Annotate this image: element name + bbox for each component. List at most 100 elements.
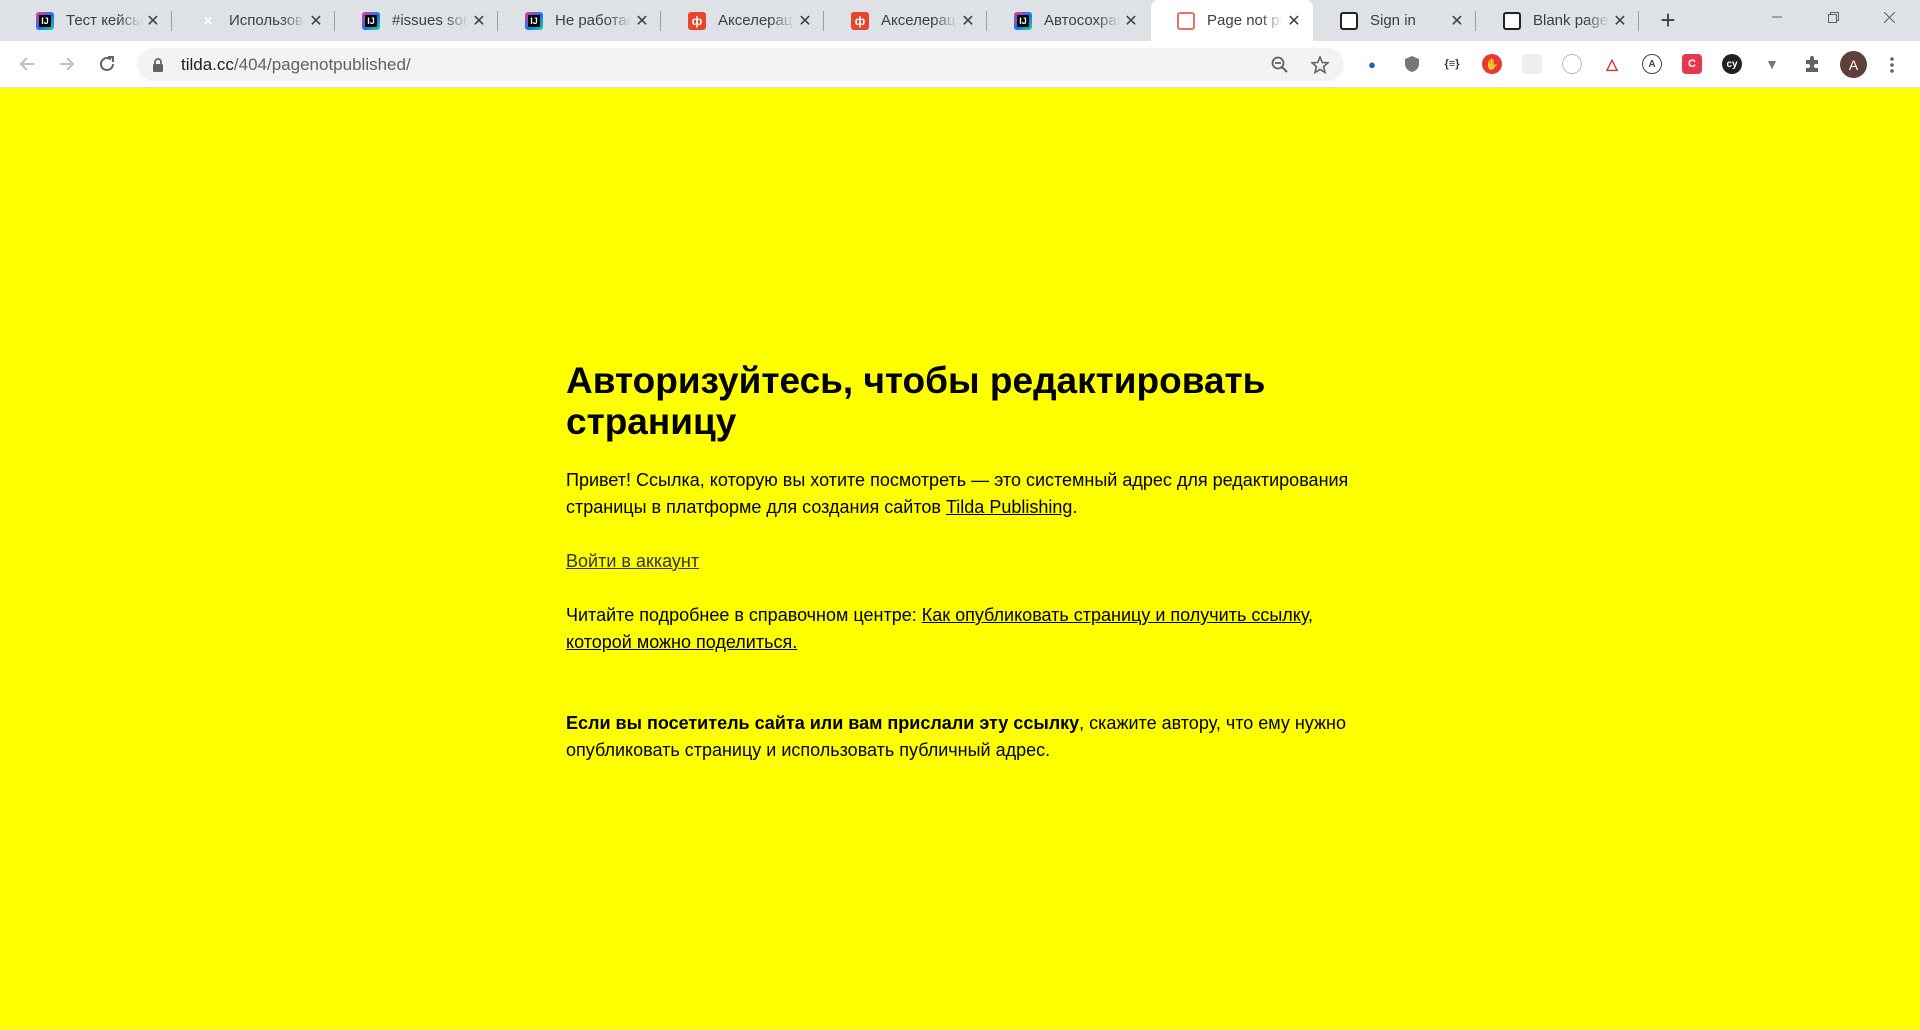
tilda-icon: T — [1340, 11, 1358, 30]
intellij-icon: IJ — [1014, 11, 1032, 30]
reload-icon — [100, 56, 114, 71]
help-text: Читайте подробнее в справочном центре: — [566, 605, 922, 625]
ext-11-icon[interactable]: ▼ — [1762, 54, 1782, 74]
tab[interactable]: ✕ Использова ✕ — [173, 0, 335, 41]
intro-end: . — [1072, 497, 1078, 517]
tab[interactable]: IJ Не работает✕ — [499, 0, 661, 41]
tab-separator — [171, 11, 172, 31]
arrow-right-icon — [60, 57, 75, 71]
close-tab-icon[interactable]: ✕ — [1446, 11, 1468, 31]
tab-title: Blank page — [1533, 12, 1609, 29]
shield-icon — [1405, 56, 1419, 72]
close-tab-icon[interactable]: ✕ — [794, 11, 816, 31]
ext-7-icon[interactable]: △ — [1602, 54, 1622, 74]
extensions-button[interactable] — [1802, 54, 1822, 74]
minimize-icon — [1772, 16, 1782, 18]
tab-title: Тест кейсы / — [66, 12, 142, 29]
ext-3-icon[interactable]: {≡} — [1442, 54, 1462, 74]
tilda-icon: T — [1503, 11, 1521, 30]
address-bar[interactable]: tilda.cc/404/pagenotpublished/ — [137, 48, 1344, 81]
url-path: /404/pagenotpublished/ — [233, 54, 411, 74]
ext-2-icon[interactable] — [1402, 54, 1422, 74]
menu-button[interactable] — [1884, 51, 1900, 78]
tab-title: Не работает — [555, 12, 631, 29]
puzzle-icon — [1806, 56, 1818, 72]
tilda-publishing-link[interactable]: Tilda Publishing — [946, 497, 1072, 517]
tab[interactable]: T Blank page ✕ — [1477, 0, 1639, 41]
close-window-button[interactable] — [1866, 0, 1912, 34]
login-link[interactable]: Войти в аккаунт — [566, 551, 699, 571]
lock-icon[interactable] — [151, 57, 165, 72]
intellij-icon: IJ — [362, 11, 380, 30]
close-tab-icon[interactable]: ✕ — [631, 11, 653, 31]
tab-separator — [1475, 11, 1476, 31]
zoom-button[interactable] — [1269, 54, 1291, 76]
star-icon — [1311, 56, 1329, 74]
ext-5-icon[interactable] — [1522, 54, 1542, 74]
browser-toolbar: tilda.cc/404/pagenotpublished/ ● {≡} ✋ △… — [0, 41, 1920, 88]
tab-title: Page not pu — [1207, 12, 1283, 29]
kebab-menu-icon — [1890, 56, 1894, 73]
ext-10-icon[interactable]: cy — [1722, 54, 1742, 74]
forward-button[interactable] — [52, 49, 82, 79]
intellij-icon: IJ — [36, 11, 54, 30]
close-tab-icon[interactable]: ✕ — [957, 11, 979, 31]
tab-separator — [660, 11, 661, 31]
close-tab-icon[interactable]: ✕ — [305, 11, 327, 31]
close-tab-icon[interactable]: ✕ — [1120, 11, 1142, 31]
new-tab-button[interactable]: + — [1654, 6, 1682, 34]
visitor-bold-text: Если вы посетитель сайта или вам прислал… — [566, 713, 1080, 733]
reload-button[interactable] — [92, 49, 122, 79]
tab-strip: IJТест кейсы / ✕✕Использова✕IJ#issues so… — [0, 0, 1920, 41]
tab-title: Акселераци — [718, 12, 794, 29]
help-paragraph: Читайте подробнее в справочном центре: К… — [566, 602, 1366, 656]
x-logo-icon: ✕ — [202, 13, 214, 28]
tab-title: Акселераци — [881, 12, 957, 29]
tab[interactable]: Page not pu ✕ — [1151, 0, 1313, 41]
back-button[interactable] — [12, 49, 42, 79]
content-block: Авторизуйтесь, чтобы редактировать стран… — [566, 360, 1366, 791]
intro-paragraph: Привет! Ссылка, которую вы хотите посмот… — [566, 467, 1366, 521]
url-host: tilda.cc — [181, 54, 234, 74]
close-tab-icon[interactable]: ✕ — [1609, 11, 1631, 31]
arrow-left-icon — [19, 57, 34, 71]
restore-icon — [1827, 11, 1839, 23]
page-icon — [1177, 11, 1195, 30]
visitor-paragraph: Если вы посетитель сайта или вам прислал… — [566, 710, 1366, 764]
profile-avatar[interactable]: A — [1840, 51, 1867, 78]
tab[interactable]: ф Акселераци ✕ — [825, 0, 987, 41]
login-paragraph: Войти в аккаунт — [566, 548, 1366, 575]
minimize-button[interactable] — [1754, 0, 1800, 34]
ext-1-icon[interactable]: ● — [1362, 54, 1382, 74]
close-icon — [1883, 11, 1895, 23]
page-viewport: Авторизуйтесь, чтобы редактировать стран… — [0, 88, 1920, 1030]
tab-title: Sign in — [1370, 12, 1416, 29]
restore-button[interactable] — [1810, 0, 1856, 34]
tab-separator — [986, 11, 987, 31]
url-text[interactable]: tilda.cc/404/pagenotpublished/ — [181, 55, 411, 75]
tab-title: #issues sort — [392, 12, 468, 29]
tab-title: Автосохран — [1044, 12, 1120, 29]
intellij-icon: IJ — [525, 11, 543, 30]
ext-6-icon[interactable] — [1562, 54, 1582, 74]
tab[interactable]: IJ Автосохран ✕ — [988, 0, 1150, 41]
tab[interactable]: IJ #issues sort ✕ — [336, 0, 498, 41]
ext-9-icon[interactable]: C — [1682, 54, 1702, 74]
tab[interactable]: ф Акселераци ✕ — [662, 0, 824, 41]
zoom-out-icon — [1271, 56, 1288, 73]
close-tab-icon[interactable]: ✕ — [468, 11, 490, 31]
bookmark-button[interactable] — [1309, 54, 1331, 76]
tab-separator — [823, 11, 824, 31]
tab[interactable]: IJ Тест кейсы / ✕ — [10, 0, 172, 41]
tab-separator — [334, 11, 335, 31]
ext-8-icon[interactable]: A — [1642, 54, 1662, 74]
ext-4-icon[interactable]: ✋ — [1482, 54, 1502, 74]
close-tab-icon[interactable]: ✕ — [1283, 11, 1305, 31]
phi-icon: ф — [688, 11, 706, 30]
close-tab-icon[interactable]: ✕ — [142, 11, 164, 31]
tab-title: Использова — [229, 12, 305, 29]
tab-separator — [497, 11, 498, 31]
phi-icon: ф — [851, 11, 869, 30]
tab[interactable]: T Sign in ✕ — [1314, 0, 1476, 41]
